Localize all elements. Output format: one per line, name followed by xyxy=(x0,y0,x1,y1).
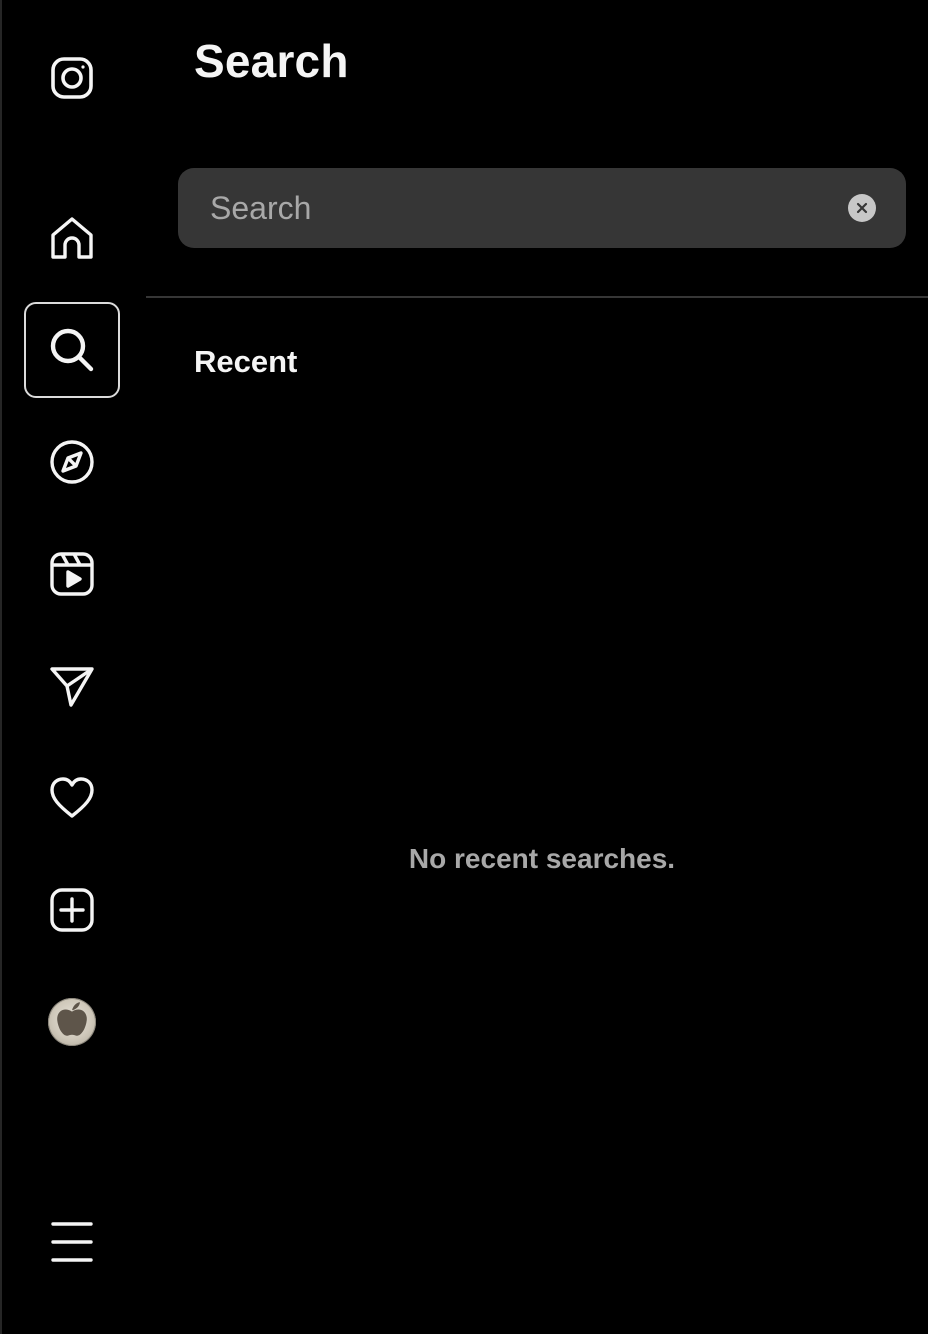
empty-state-message: No recent searches. xyxy=(408,843,676,874)
app-window: Search Recent No recent searches. xyxy=(0,0,928,1334)
sidebar-item-home[interactable] xyxy=(24,190,120,286)
plus-square-icon xyxy=(50,888,94,932)
search-box xyxy=(178,168,906,248)
compass-icon xyxy=(50,440,94,484)
sidebar-item-explore[interactable] xyxy=(24,414,120,510)
instagram-logo-icon xyxy=(51,57,93,99)
clear-search-button[interactable] xyxy=(848,194,876,222)
search-panel: Search Recent No recent searches. xyxy=(146,0,928,1334)
send-icon xyxy=(50,667,94,707)
sidebar-item-create[interactable] xyxy=(24,862,120,958)
divider xyxy=(146,296,928,298)
sidebar-item-reels[interactable] xyxy=(24,526,120,622)
sidebar-item-notifications[interactable] xyxy=(24,750,120,846)
sidebar-item-search[interactable] xyxy=(24,302,120,398)
sidebar-item-profile[interactable] xyxy=(24,974,120,1070)
home-icon xyxy=(51,217,93,259)
page-title: Search xyxy=(194,35,349,87)
heart-icon xyxy=(50,777,94,818)
search-icon xyxy=(50,328,94,372)
sidebar-item-messages[interactable] xyxy=(24,638,120,734)
close-icon xyxy=(856,202,868,214)
menu-icon xyxy=(51,1222,93,1262)
recent-heading: Recent xyxy=(194,344,298,379)
apple-logo-icon xyxy=(57,1002,87,1036)
avatar xyxy=(48,998,96,1046)
instagram-logo-link[interactable] xyxy=(24,30,120,126)
sidebar-nav xyxy=(2,0,144,1334)
search-input[interactable] xyxy=(178,168,828,248)
sidebar-item-more[interactable] xyxy=(24,1194,120,1290)
reels-icon xyxy=(50,552,94,596)
